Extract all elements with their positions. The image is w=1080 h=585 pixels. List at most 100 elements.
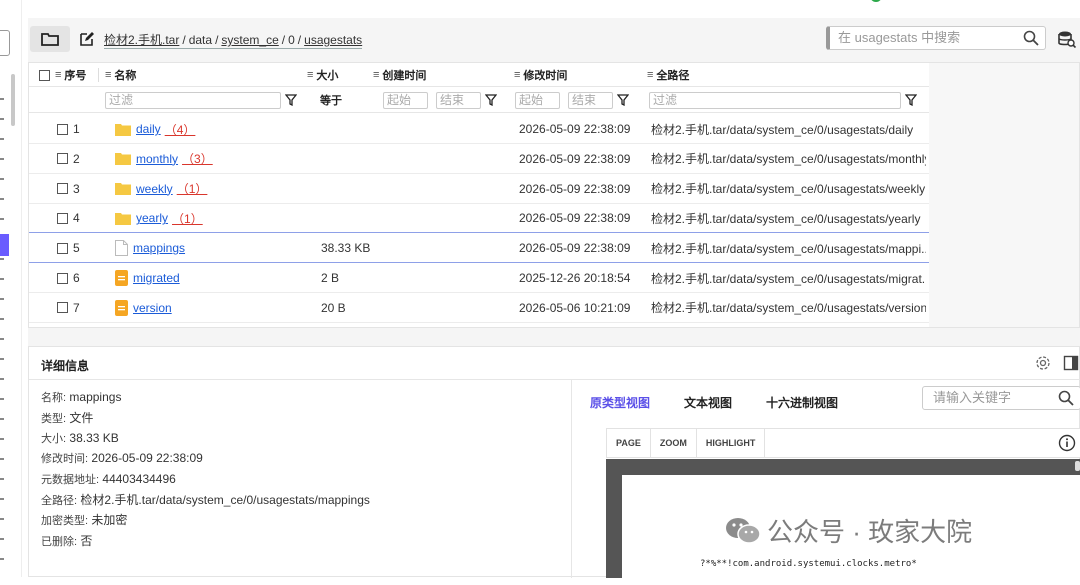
header-modified-label: 修改时间 xyxy=(523,70,568,82)
table-row[interactable]: 3 weekly （1） 2026-05-09 22:38:09 检材2.手机.tar/… xyxy=(29,174,929,204)
modified-time: 2025-12-26 20:18:54 xyxy=(519,271,631,285)
table-row[interactable]: 7 version 20 B 2026-05-06 10:21:09 检材2.手机.ta… xyxy=(29,293,929,323)
table-row[interactable]: 6 migrated 2 B 2025-12-26 20:18:54 检材2.手机.ta… xyxy=(29,263,929,293)
file-name-link[interactable]: daily xyxy=(136,122,161,136)
property-value: mappings xyxy=(69,390,122,404)
search-icon[interactable] xyxy=(1058,390,1074,406)
breadcrumb-item[interactable]: 0 xyxy=(288,33,295,47)
file-name-link[interactable]: migrated xyxy=(133,271,180,285)
breadcrumb-item[interactable]: system_ce xyxy=(221,33,278,47)
modified-start-input[interactable]: 起始 xyxy=(515,91,560,109)
row-index: 5 xyxy=(73,241,80,256)
child-count[interactable]: （1） xyxy=(177,180,208,197)
name-filter-input[interactable]: 过滤 xyxy=(105,91,281,109)
page-button[interactable]: PAGE xyxy=(607,428,651,458)
child-count[interactable]: （1） xyxy=(172,210,203,227)
table-row[interactable]: 2 monthly （3） 2026-05-09 22:38:09 检材2.手机.tar… xyxy=(29,144,929,174)
path-filter-input[interactable]: 过滤 xyxy=(649,91,901,109)
keyword-input[interactable] xyxy=(931,387,1051,407)
created-end-input[interactable]: 结束 xyxy=(436,91,481,109)
row-checkbox[interactable] xyxy=(57,242,68,254)
property-row: 大小: 38.33 KB xyxy=(41,430,561,450)
table-row[interactable]: 4 yearly （1） 2026-05-09 22:38:09 检材2.手机.tar/… xyxy=(29,203,929,234)
search-input[interactable] xyxy=(836,27,1016,47)
header-index[interactable]: ≡ 序号 xyxy=(39,63,99,87)
file-name-link[interactable]: monthly xyxy=(136,152,178,166)
header-size[interactable]: ≡ 大小 xyxy=(307,63,372,87)
file-name-link[interactable]: yearly xyxy=(136,211,168,225)
header-fullpath[interactable]: ≡ 全路径 xyxy=(647,63,847,87)
modified-time: 2026-05-09 22:38:09 xyxy=(519,122,631,136)
size-filter-operator[interactable]: 等于 xyxy=(320,92,342,108)
tab-text-view[interactable]: 文本视图 xyxy=(684,394,732,411)
filter-icon[interactable] xyxy=(617,94,629,106)
property-key: 大小: xyxy=(41,432,67,445)
row-checkbox[interactable] xyxy=(57,302,68,314)
collapsed-panel-edge[interactable] xyxy=(0,30,10,56)
header-fullpath-label: 全路径 xyxy=(656,70,690,82)
full-path: 检材2.手机.tar/data/system_ce/0/usagestats/m… xyxy=(651,241,926,256)
row-checkbox[interactable] xyxy=(57,153,68,165)
database-search-icon[interactable] xyxy=(1058,30,1076,48)
breadcrumb-item[interactable]: 检材2.手机.tar xyxy=(104,33,179,47)
select-all-checkbox[interactable] xyxy=(39,69,50,81)
table-row[interactable]: 5 mappings 38.33 KB 2026-05-09 22:38:09 检材2.… xyxy=(29,233,929,264)
property-value: 否 xyxy=(80,533,93,548)
header-created[interactable]: ≡ 创建时间 xyxy=(373,63,503,87)
settings-icon[interactable] xyxy=(1035,355,1051,371)
properties-list: 名称: mappings 类型: 文件 大小: 38.33 KB 修改时间: 2026… xyxy=(41,389,561,552)
column-menu-icon[interactable]: ≡ xyxy=(55,69,61,81)
filter-icon[interactable] xyxy=(285,94,297,106)
breadcrumb-item[interactable]: usagestats xyxy=(304,33,362,47)
property-key: 已删除: xyxy=(41,535,78,548)
modified-end-input[interactable]: 结束 xyxy=(568,91,613,109)
property-value: 未加密 xyxy=(91,513,128,528)
filter-icon[interactable] xyxy=(905,94,917,106)
created-start-input[interactable]: 起始 xyxy=(383,91,428,109)
breadcrumb-item[interactable]: data xyxy=(189,33,212,47)
table-row[interactable]: 1 daily （4） 2026-05-09 22:38:09 检材2.手机.tar/d… xyxy=(29,114,929,144)
modified-time: 2026-05-09 22:38:09 xyxy=(519,241,631,256)
sidebar-selected-item[interactable] xyxy=(0,234,9,256)
tab-hex-view[interactable]: 十六进制视图 xyxy=(766,394,838,411)
header-created-label: 创建时间 xyxy=(382,70,427,82)
zoom-button[interactable]: ZOOM xyxy=(651,428,697,458)
column-menu-icon[interactable]: ≡ xyxy=(307,69,313,81)
row-index: 4 xyxy=(73,211,80,226)
full-path: 检材2.手机.tar/data/system_ce/0/usagestats/w… xyxy=(651,182,926,197)
edit-path-button[interactable] xyxy=(78,30,96,48)
tab-native-view[interactable]: 原类型视图 xyxy=(590,394,650,411)
info-icon[interactable] xyxy=(1058,434,1076,452)
folder-icon xyxy=(115,123,131,136)
file-name-link[interactable]: mappings xyxy=(133,241,185,255)
filter-icon[interactable] xyxy=(485,94,497,106)
highlight-button[interactable]: HIGHLIGHT xyxy=(697,428,766,458)
column-menu-icon[interactable]: ≡ xyxy=(373,69,379,81)
main-panel: 检材2.手机.tar/data/system_ce/0/usagestats ≡… xyxy=(28,18,1080,585)
full-path: 检材2.手机.tar/data/system_ce/0/usagestats/v… xyxy=(651,301,926,316)
header-name[interactable]: ≡ 名称 xyxy=(105,63,313,87)
panel-layout-icon[interactable] xyxy=(1063,355,1079,371)
sidebar-scrollbar[interactable] xyxy=(11,74,15,126)
row-checkbox[interactable] xyxy=(57,272,68,284)
column-menu-icon[interactable]: ≡ xyxy=(105,69,111,81)
property-key: 元数据地址: xyxy=(41,473,100,486)
property-key: 全路径: xyxy=(41,494,78,507)
header-size-label: 大小 xyxy=(316,70,339,82)
header-modified[interactable]: ≡ 修改时间 xyxy=(514,63,634,87)
folder-view-button[interactable] xyxy=(30,26,70,52)
document-scrollbar[interactable] xyxy=(1075,461,1080,471)
search-icon[interactable] xyxy=(1023,30,1039,46)
row-checkbox[interactable] xyxy=(57,183,68,195)
file-name-link[interactable]: weekly xyxy=(136,182,173,196)
file-name-link[interactable]: version xyxy=(133,301,172,315)
child-count[interactable]: （4） xyxy=(165,121,196,138)
column-menu-icon[interactable]: ≡ xyxy=(647,69,653,81)
child-count[interactable]: （3） xyxy=(182,150,213,167)
table-empty-area xyxy=(929,63,1079,327)
row-index: 1 xyxy=(73,122,80,136)
row-checkbox[interactable] xyxy=(57,212,68,224)
row-checkbox[interactable] xyxy=(57,123,68,135)
file-size: 2 B xyxy=(321,271,340,285)
column-menu-icon[interactable]: ≡ xyxy=(514,69,520,81)
